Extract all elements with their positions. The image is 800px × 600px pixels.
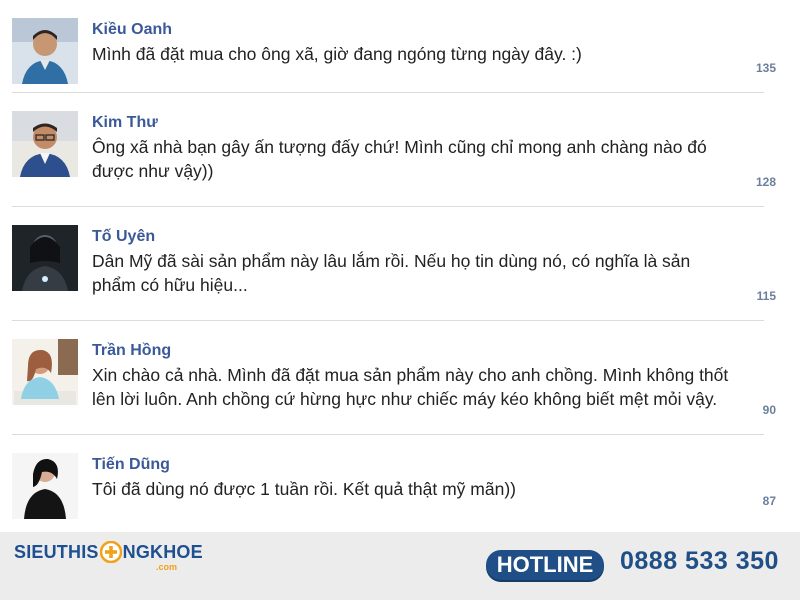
comment-text: Ông xã nhà bạn gây ấn tượng đấy chứ! Mìn… (92, 137, 707, 181)
avatar[interactable] (12, 225, 78, 291)
logo-text-left: SIEUTHIS (14, 541, 99, 562)
like-count: 87 (762, 494, 776, 508)
site-logo[interactable]: SIEUTHIS NGKHOE (14, 540, 203, 564)
like-count: 128 (755, 175, 776, 189)
hotline-button[interactable]: HOTLINE (486, 550, 604, 580)
comment-item: Tố Uyên Dân Mỹ đã sài sản phẩm này lâu l… (12, 206, 776, 321)
avatar[interactable] (12, 111, 78, 177)
logo-text-right: NGKHOE (122, 541, 203, 562)
hotline-number[interactable]: 0888 533 350 (620, 547, 779, 576)
comment-text: Dân Mỹ đã sài sản phẩm này lâu lắm rồi. … (92, 251, 691, 295)
comment-author[interactable]: Tố Uyên (92, 228, 155, 246)
comment-item: Kim Thư Ông xã nhà bạn gây ấn tượng đấy … (12, 92, 776, 207)
comment-item: Tiến Dũng Tôi đã dùng nó được 1 tuần rồi… (12, 434, 776, 527)
comment-text: Mình đã đặt mua cho ông xã, giờ đang ngó… (92, 44, 582, 64)
like-count: 135 (755, 61, 776, 75)
avatar[interactable] (12, 453, 78, 519)
comment-list: Kiều Oanh Mình đã đặt mua cho ông xã, gi… (0, 0, 800, 530)
comment-item: Trần Hồng Xin chào cả nhà. Mình đã đặt m… (12, 320, 776, 435)
comment-text: Tôi đã dùng nó được 1 tuần rồi. Kết quả … (92, 479, 516, 499)
logo-plus-icon (99, 540, 122, 564)
comment-author[interactable]: Tiến Dũng (92, 456, 170, 474)
comment-author[interactable]: Kim Thư (92, 114, 158, 132)
like-count: 115 (756, 289, 776, 303)
comment-text: Xin chào cả nhà. Mình đã đặt mua sản phẩ… (92, 365, 729, 409)
like-count: 90 (762, 403, 776, 417)
comment-author[interactable]: Kiều Oanh (92, 21, 172, 39)
avatar[interactable] (12, 18, 78, 84)
comment-author[interactable]: Trần Hồng (92, 342, 171, 360)
logo-domain: .com (156, 562, 178, 572)
avatar[interactable] (12, 339, 78, 405)
comment-item: Kiều Oanh Mình đã đặt mua cho ông xã, gi… (12, 2, 776, 94)
